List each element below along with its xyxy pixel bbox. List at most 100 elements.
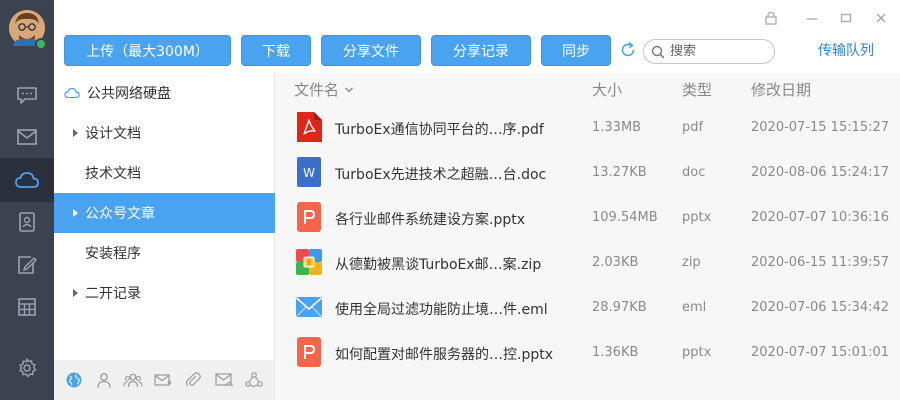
word-file-icon: W (297, 157, 321, 187)
group-icon (123, 373, 143, 388)
nav-mail[interactable] (0, 115, 54, 159)
user-avatar[interactable] (9, 10, 47, 50)
file-size: 109.54MB (592, 210, 658, 225)
column-header-name-label: 文件名 (294, 81, 340, 99)
close-button[interactable] (872, 9, 890, 27)
tree-item-installers[interactable]: 安装程序 (54, 233, 275, 273)
file-row[interactable]: 使用全局过滤功能防止境…件.eml 28.97KB eml 2020-07-06… (275, 286, 900, 331)
share-network-icon (245, 372, 263, 387)
sort-chevron-down-icon[interactable] (344, 86, 354, 94)
transfer-queue-link[interactable]: 传输队列 (818, 40, 898, 60)
column-header-name[interactable]: 文件名 (294, 79, 354, 100)
file-row[interactable]: 如何配置对邮件服务器的…控.pptx 1.36KB pptx 2020-07-0… (275, 331, 900, 376)
maximize-button[interactable] (837, 9, 855, 27)
tree-item-official-articles[interactable]: 公众号文章 (54, 193, 275, 233)
search-box[interactable] (643, 39, 775, 64)
file-modified: 2020-07-07 15:01:01 (751, 345, 890, 360)
contacts-book-icon (19, 212, 35, 232)
column-header-modified[interactable]: 修改日期 (751, 79, 811, 100)
sync-button[interactable]: 同步 (541, 35, 611, 66)
globe-icon (66, 372, 82, 388)
powerpoint-file-icon (297, 202, 321, 232)
person-icon (97, 373, 111, 388)
tree-item-label: 公众号文章 (85, 206, 155, 222)
file-type: pptx (682, 210, 712, 225)
group-drive-tab[interactable] (123, 370, 143, 390)
lock-icon (765, 11, 777, 25)
file-row[interactable]: TurboEx通信协同平台的…序.pdf 1.33MB pdf 2020-07-… (275, 106, 900, 151)
online-status-icon (35, 38, 47, 50)
file-modified: 2020-07-15 15:15:27 (751, 120, 890, 135)
file-row[interactable]: W TurboEx先进技术之超融…台.doc 13.27KB doc 2020-… (275, 151, 900, 196)
file-modified: 2020-06-15 11:39:57 (751, 255, 890, 270)
file-type: zip (682, 255, 701, 270)
close-icon (876, 13, 886, 23)
share-file-button[interactable]: 分享文件 (321, 35, 421, 66)
mail-icon (17, 129, 37, 145)
file-name: TurboEx通信协同平台的…序.pdf (335, 122, 544, 138)
column-header-size[interactable]: 大小 (592, 79, 622, 100)
search-input[interactable] (670, 44, 766, 59)
gear-icon (19, 358, 37, 378)
file-size: 1.33MB (592, 120, 642, 135)
chat-icon (17, 87, 37, 104)
file-name: 如何配置对邮件服务器的…控.pptx (335, 347, 553, 363)
file-list: 文件名 大小 类型 修改日期 TurboEx通信协同平台的…序.pdf 1.33… (275, 73, 900, 400)
drive-type-bar (54, 360, 275, 400)
tree-item-tech-docs[interactable]: 技术文档 (54, 153, 275, 193)
expand-caret-icon[interactable] (73, 289, 78, 297)
download-button[interactable]: 下载 (241, 35, 311, 66)
file-size: 28.97KB (592, 300, 647, 315)
tree-item-dev-records[interactable]: 二开记录 (54, 273, 275, 313)
paperclip-icon (185, 372, 201, 387)
nav-notes[interactable] (0, 243, 54, 287)
zip-file-icon (296, 249, 322, 275)
lock-window-button[interactable] (762, 9, 780, 27)
svg-text:W: W (303, 166, 315, 180)
file-modified: 2020-07-06 15:34:42 (751, 300, 890, 315)
refresh-icon[interactable] (619, 41, 637, 59)
file-row[interactable]: 从德勤被黑谈TurboEx邮…案.zip 2.03KB zip 2020-06-… (275, 241, 900, 286)
mail-attachments-tab[interactable] (153, 370, 173, 390)
attachments-tab[interactable] (183, 370, 203, 390)
nav-contacts[interactable] (0, 200, 54, 244)
tree-item-label: 技术文档 (85, 166, 141, 182)
upload-button[interactable]: 上传（最大300M） (64, 35, 231, 66)
tree-root-public-drive[interactable]: 公共网络硬盘 (54, 73, 275, 113)
minimize-button[interactable] (803, 9, 821, 27)
personal-drive-tab[interactable] (94, 370, 114, 390)
mail-share-icon (215, 373, 234, 387)
file-type: doc (682, 165, 706, 180)
nav-calendar[interactable] (0, 285, 54, 329)
column-header-type[interactable]: 类型 (682, 79, 712, 100)
expand-caret-icon[interactable] (73, 209, 78, 217)
file-type: pdf (682, 120, 704, 135)
shared-with-me-tab[interactable] (244, 370, 264, 390)
nav-settings[interactable] (0, 346, 54, 390)
nav-cloud-drive[interactable] (0, 158, 54, 202)
tree-item-design-docs[interactable]: 设计文档 (54, 113, 275, 153)
share-records-button[interactable]: 分享记录 (431, 35, 531, 66)
file-row[interactable]: 各行业邮件系统建设方案.pptx 109.54MB pptx 2020-07-0… (275, 196, 900, 241)
file-name: 从德勤被黑谈TurboEx邮…案.zip (335, 257, 542, 273)
public-drive-tab[interactable] (64, 370, 84, 390)
email-file-icon (295, 297, 323, 317)
search-icon (651, 45, 665, 58)
folder-tree: 公共网络硬盘 设计文档 技术文档 公众号文章 安装程序 二开记录 (54, 73, 275, 360)
file-modified: 2020-08-06 15:24:17 (751, 165, 890, 180)
cloud-icon (15, 172, 39, 188)
expand-caret-icon[interactable] (73, 129, 78, 137)
left-nav-rail (0, 0, 54, 400)
file-size: 13.27KB (592, 165, 647, 180)
tree-item-label: 安装程序 (85, 246, 141, 262)
tree-item-label: 二开记录 (85, 286, 141, 302)
shared-mail-tab[interactable] (214, 370, 234, 390)
powerpoint-file-icon (297, 337, 321, 367)
file-modified: 2020-07-07 10:36:16 (751, 210, 890, 225)
cloud-small-icon (64, 87, 80, 99)
edit-note-icon (18, 256, 38, 274)
tree-item-label: 设计文档 (85, 126, 141, 142)
file-name: 使用全局过滤功能防止境…件.eml (335, 302, 548, 318)
nav-messages[interactable] (0, 73, 54, 117)
minimize-icon (807, 18, 817, 20)
